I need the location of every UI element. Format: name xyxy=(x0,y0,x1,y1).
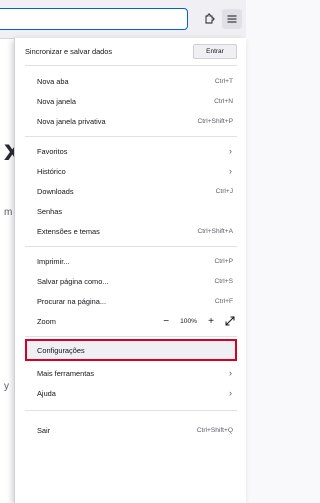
menu-item-bookmarks[interactable]: Favoritos › xyxy=(25,141,237,161)
menu-item-history[interactable]: Histórico › xyxy=(25,161,237,181)
menu-separator xyxy=(25,136,237,137)
app-menu-button[interactable] xyxy=(222,9,242,29)
menu-item-private-window[interactable]: Nova janela privativa Ctrl+Shift+P xyxy=(25,111,237,131)
menu-item-zoom: Zoom − 100% + xyxy=(25,311,237,331)
menu-item-new-tab[interactable]: Nova aba Ctrl+T xyxy=(25,71,237,91)
fullscreen-button[interactable] xyxy=(225,316,235,326)
menu-item-find[interactable]: Procurar na página... Ctrl+F xyxy=(25,291,237,311)
menu-separator xyxy=(25,336,237,337)
url-bar[interactable] xyxy=(0,8,188,30)
menu-separator xyxy=(25,246,237,247)
menu-item-exit[interactable]: Sair Ctrl+Shift+Q xyxy=(25,420,237,440)
zoom-reset-button[interactable]: 100% xyxy=(180,318,197,325)
chevron-right-icon: › xyxy=(229,166,232,176)
menu-item-save-page[interactable]: Salvar página como... Ctrl+S xyxy=(25,271,237,291)
menu-item-downloads[interactable]: Downloads Ctrl+J xyxy=(25,181,237,201)
zoom-out-button[interactable]: − xyxy=(161,316,171,327)
zoom-controls: − 100% + xyxy=(161,316,237,327)
fullscreen-icon xyxy=(225,316,235,326)
menu-separator xyxy=(25,65,237,66)
hamburger-icon xyxy=(227,15,237,23)
menu-item-new-window[interactable]: Nova janela Ctrl+N xyxy=(25,91,237,111)
puzzle-icon xyxy=(205,13,215,24)
background-text-fragment: m xyxy=(4,207,13,218)
menu-item-addons[interactable]: Extensões e temas Ctrl+Shift+A xyxy=(25,221,237,241)
page-background: x m y xyxy=(0,39,21,503)
menu-item-settings[interactable]: Configurações xyxy=(25,339,237,361)
background-text-fragment: y xyxy=(4,381,9,392)
menu-item-help[interactable]: Ajuda › xyxy=(25,383,237,403)
menu-item-more-tools[interactable]: Mais ferramentas › xyxy=(25,363,237,383)
sign-in-button[interactable]: Entrar xyxy=(193,44,237,59)
extensions-button[interactable] xyxy=(199,9,219,29)
app-menu-panel: Sincronizar e salvar dados Entrar Nova a… xyxy=(14,38,246,503)
menu-separator xyxy=(25,410,237,411)
chevron-right-icon: › xyxy=(229,388,232,398)
sync-label: Sincronizar e salvar dados xyxy=(25,47,113,56)
zoom-in-button[interactable]: + xyxy=(206,316,216,327)
chevron-right-icon: › xyxy=(229,368,232,378)
browser-toolbar xyxy=(0,0,246,39)
menu-item-passwords[interactable]: Senhas xyxy=(25,201,237,221)
chevron-right-icon: › xyxy=(229,146,232,156)
menu-item-print[interactable]: Imprimir... Ctrl+P xyxy=(25,251,237,271)
